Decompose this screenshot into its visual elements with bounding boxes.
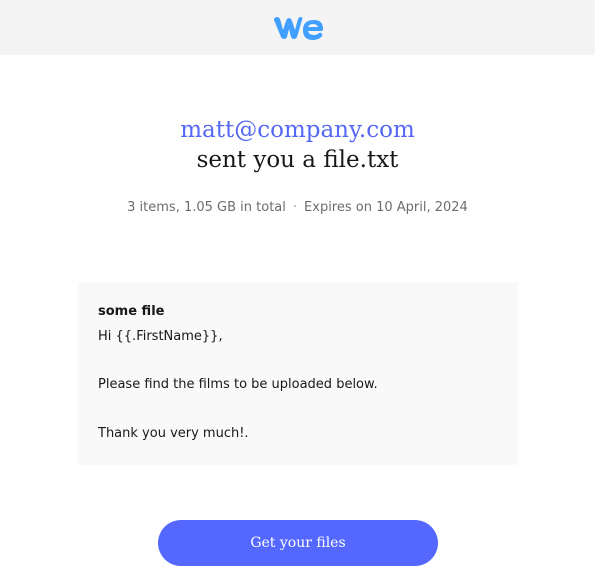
- sender-email[interactable]: matt@company.com: [0, 114, 595, 146]
- message-greeting: Hi {{.FirstName}},: [98, 329, 223, 344]
- message-body: Please find the films to be uploaded bel…: [98, 377, 378, 392]
- wetransfer-logo-icon: [274, 17, 323, 40]
- message-card: some file Hi {{.FirstName}}, Please find…: [78, 282, 518, 465]
- message-title: some file: [98, 304, 165, 319]
- get-files-button[interactable]: Get your files: [158, 520, 438, 566]
- expiry-info: Expires on 10 April, 2024: [304, 200, 468, 215]
- items-info: 3 items, 1.05 GB in total: [127, 200, 286, 215]
- meta-separator: ·: [292, 200, 298, 215]
- transfer-meta: 3 items, 1.05 GB in total · Expires on 10 …: [0, 198, 595, 218]
- header: [0, 0, 595, 55]
- transfer-subject: sent you a file.txt: [196, 147, 399, 173]
- message-signoff: Thank you very much!.: [98, 426, 249, 441]
